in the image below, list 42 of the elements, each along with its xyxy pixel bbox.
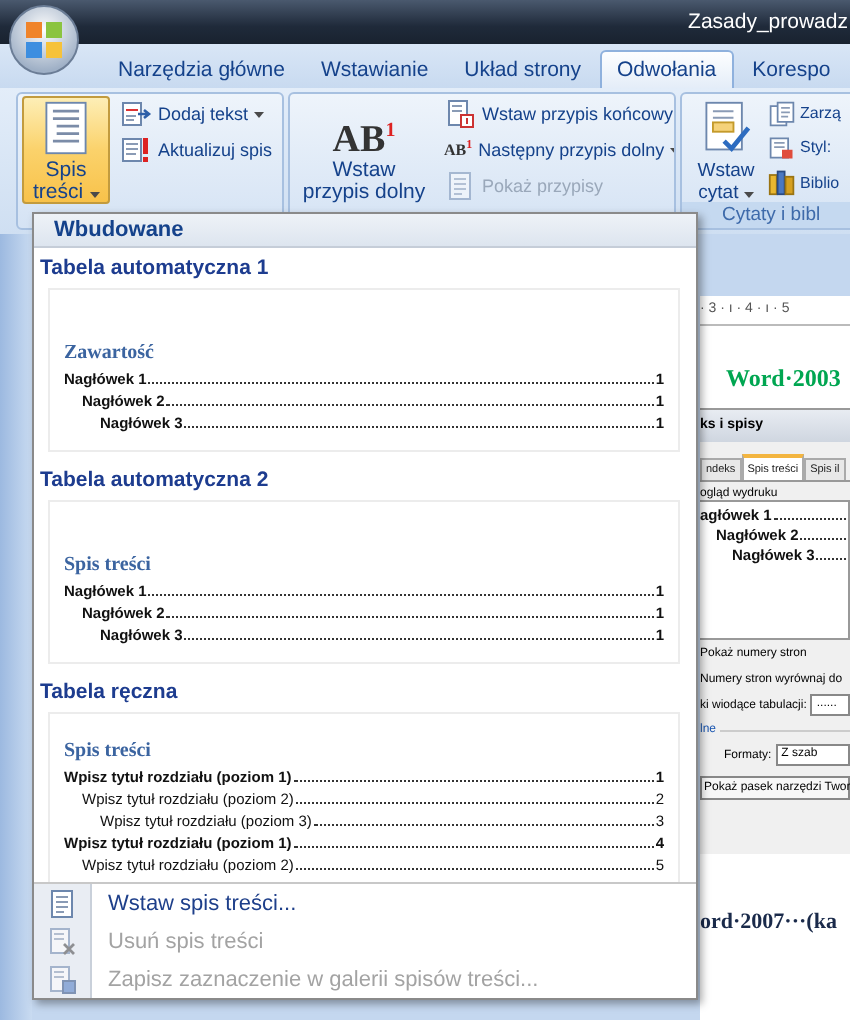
ribbon-button[interactable]: AB$^{1}$ Wstaw przypis dolny: [294, 96, 434, 204]
ribbon-button[interactable]: Styl:: [768, 130, 841, 166]
menu-section-header: Wbudowane: [34, 214, 696, 248]
document-heading: Word·2003: [724, 362, 841, 392]
ribbon-tab[interactable]: Układ strony: [446, 50, 600, 88]
dot-leader: [773, 516, 846, 520]
document-save-icon: [46, 963, 78, 995]
preview-title: Spis treści: [64, 554, 151, 578]
ribbon-button[interactable]: Dodaj tekst: [116, 96, 277, 132]
ribbon-tab[interactable]: Wstawianie: [302, 50, 447, 88]
document-icon: [444, 170, 476, 202]
dot-leader: [816, 556, 846, 560]
footnote-symbol: AB$^{1}$: [444, 140, 473, 160]
ribbon-button[interactable]: Spis treści: [22, 96, 110, 204]
group-label: Cytaty i bibl: [682, 202, 850, 228]
ribbon-tab[interactable]: Korespo: [734, 50, 849, 88]
ribbon-button[interactable]: Wstaw cytat: [684, 96, 768, 202]
document-icon: [46, 887, 78, 919]
gallery-heading: Tabela automatyczna 1: [38, 254, 271, 284]
dot-leader: [800, 536, 846, 540]
document-alert-icon: [120, 134, 152, 166]
document-delete-icon: [46, 925, 78, 957]
ribbon-button[interactable]: Zarzą: [768, 96, 841, 131]
ribbon-tab[interactable]: Narzędzia główne: [100, 50, 303, 88]
ribbon-tab[interactable]: Odwołania: [599, 50, 735, 88]
app-menu-icon[interactable]: [8, 4, 80, 76]
footnote-symbol: AB$^{1}$: [332, 116, 396, 156]
gallery-heading: Tabela automatyczna 2: [38, 466, 271, 496]
document-stack-icon: [768, 99, 796, 128]
ribbon-button[interactable]: AB$^{1}$ Następny przypis dolny: [440, 132, 674, 168]
ribbon-button[interactable]: Aktualizuj spis: [116, 132, 277, 168]
preview-title: Spis treści: [64, 740, 151, 764]
menu-item[interactable]: Wstaw spis treści...: [34, 884, 696, 922]
books-icon: [768, 168, 796, 197]
preview-title: Zawartość: [64, 342, 154, 366]
window-title: Zasady_prowadz: [688, 10, 850, 34]
document-heading: ord·2007···(ka: [700, 910, 837, 934]
style-icon: [768, 133, 796, 162]
add-text-icon: [120, 98, 152, 130]
endnote-icon: [444, 98, 476, 130]
gallery-heading: Tabela ręczna: [38, 678, 180, 708]
ribbon-button[interactable]: Biblio: [768, 165, 841, 200]
